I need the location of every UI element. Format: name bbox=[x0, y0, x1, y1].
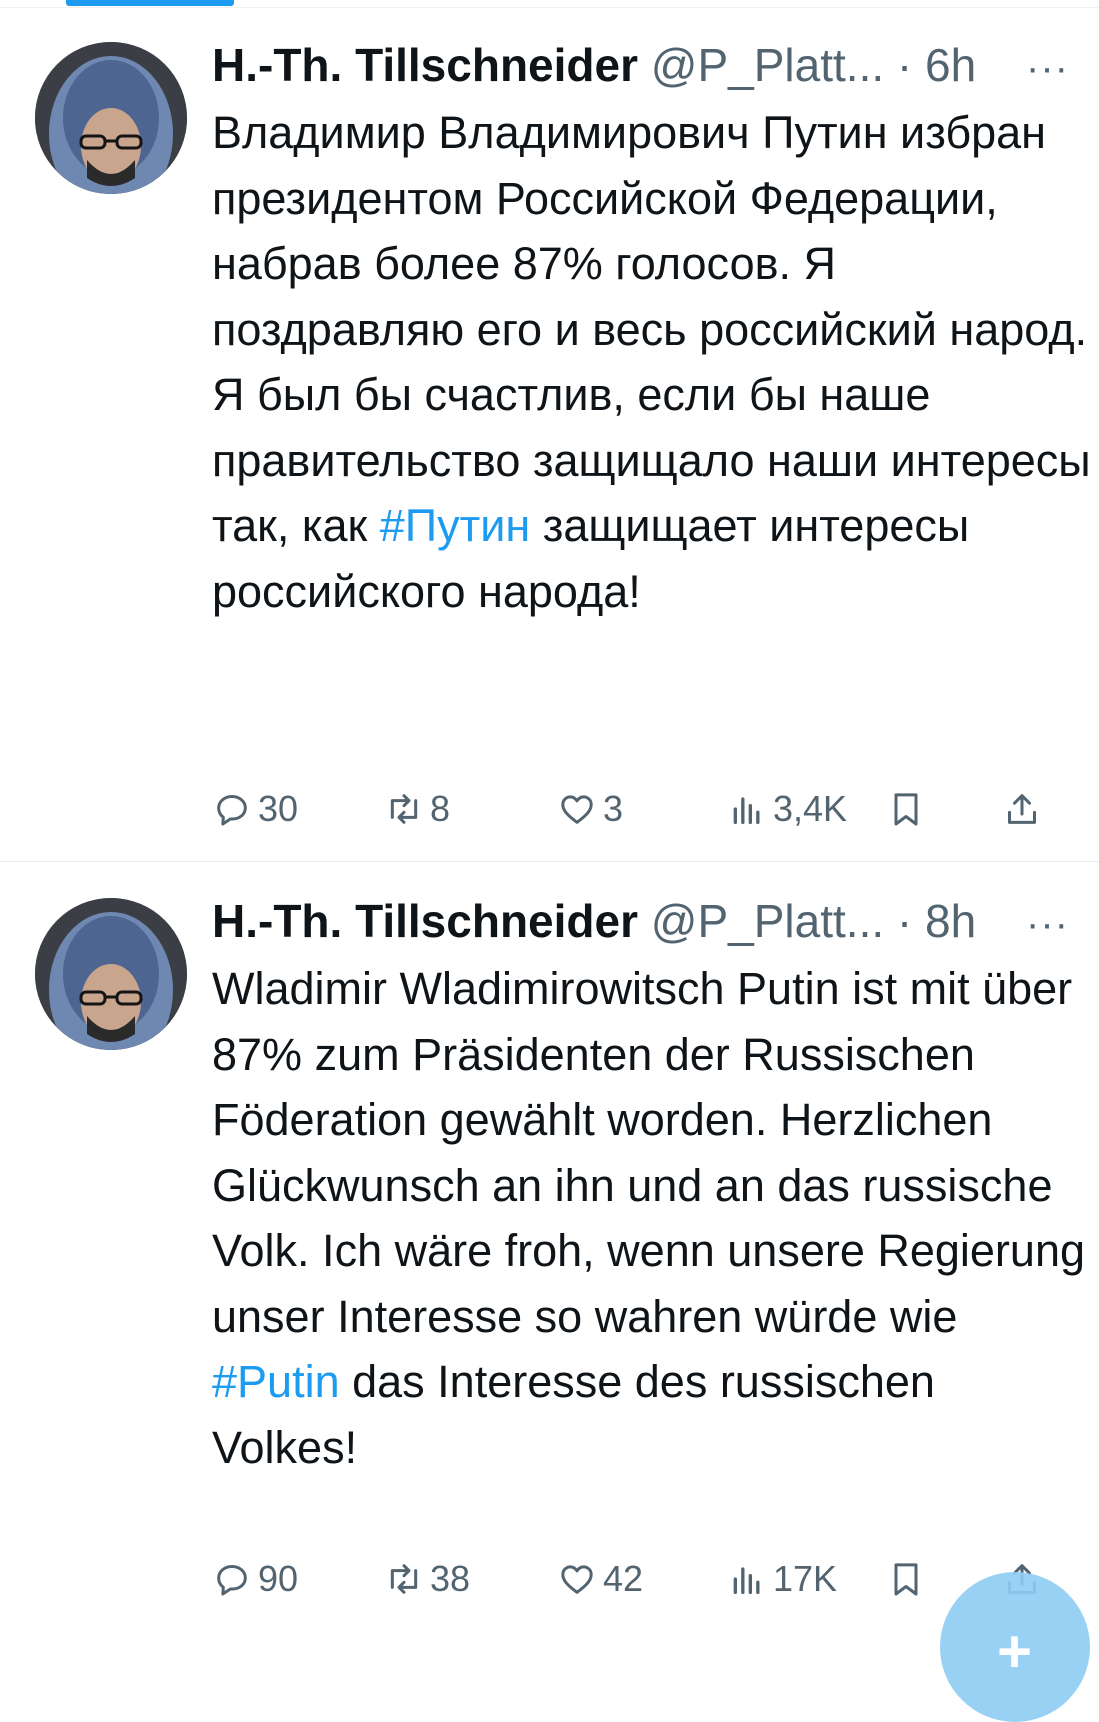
hashtag-link[interactable]: #Putin bbox=[212, 1356, 340, 1407]
views-icon bbox=[733, 1567, 760, 1594]
tweet-header: H.-Th. Tillschneider @P_Platt... · 6h bbox=[212, 36, 1099, 94]
reply-button[interactable]: 90 bbox=[212, 1554, 298, 1604]
repost-count: 8 bbox=[430, 788, 451, 829]
like-count: 42 bbox=[603, 1558, 644, 1599]
tweet[interactable]: H.-Th. Tillschneider @P_Platt... · 8h ··… bbox=[0, 862, 1099, 1644]
bookmark-button[interactable] bbox=[886, 1554, 926, 1604]
handle[interactable]: @P_Platt... bbox=[651, 895, 884, 947]
bookmark-icon bbox=[894, 1563, 918, 1596]
like-button[interactable]: 42 bbox=[557, 1554, 643, 1604]
avatar[interactable] bbox=[35, 898, 187, 1050]
more-options-icon[interactable]: ··· bbox=[1026, 42, 1069, 94]
repost-icon bbox=[390, 1564, 418, 1594]
repost-count: 38 bbox=[430, 1558, 471, 1599]
tweet-text: Владимир Владимирович Путин избран прези… bbox=[212, 100, 1092, 624]
share-button[interactable] bbox=[1002, 784, 1042, 834]
tweet-text-before: Владимир Владимирович Путин избран прези… bbox=[212, 107, 1091, 551]
avatar-image bbox=[35, 898, 187, 1050]
display-name[interactable]: H.-Th. Tillschneider bbox=[212, 895, 638, 947]
reply-count: 90 bbox=[258, 1558, 299, 1599]
tweet-text-before: Wladimir Wladimirowitsch Putin ist mit ü… bbox=[212, 963, 1085, 1342]
bookmark-button[interactable] bbox=[886, 784, 926, 834]
heart-icon bbox=[561, 1565, 593, 1594]
reply-icon bbox=[217, 1565, 247, 1596]
reply-icon bbox=[217, 795, 247, 826]
timestamp[interactable]: 8h bbox=[925, 895, 976, 947]
views-button[interactable]: 3,4K bbox=[727, 784, 847, 834]
share-icon bbox=[1008, 794, 1036, 824]
tweet[interactable]: H.-Th. Tillschneider @P_Platt... · 6h ··… bbox=[0, 0, 1099, 862]
reply-count: 30 bbox=[258, 788, 299, 829]
avatar[interactable] bbox=[35, 42, 187, 194]
repost-icon bbox=[390, 794, 418, 824]
display-name[interactable]: H.-Th. Tillschneider bbox=[212, 39, 638, 91]
tweet-actions: 30 8 3 3,4K bbox=[212, 784, 1092, 834]
tweet-header: H.-Th. Tillschneider @P_Platt... · 8h bbox=[212, 892, 1099, 950]
views-button[interactable]: 17K bbox=[727, 1554, 837, 1604]
like-count: 3 bbox=[603, 788, 624, 829]
like-button[interactable]: 3 bbox=[557, 784, 623, 834]
reply-button[interactable]: 30 bbox=[212, 784, 298, 834]
tweet-text: Wladimir Wladimirowitsch Putin ist mit ü… bbox=[212, 956, 1092, 1480]
repost-button[interactable]: 8 bbox=[384, 784, 450, 834]
avatar-image bbox=[35, 42, 187, 194]
views-count: 3,4K bbox=[773, 788, 848, 829]
compose-fab-button[interactable]: + bbox=[940, 1572, 1090, 1722]
bookmark-icon bbox=[894, 793, 918, 826]
views-icon bbox=[733, 797, 760, 824]
heart-icon bbox=[561, 795, 593, 824]
hashtag-link[interactable]: #Путин bbox=[380, 500, 530, 551]
plus-icon: + bbox=[997, 1618, 1033, 1685]
handle[interactable]: @P_Platt... bbox=[651, 39, 884, 91]
views-count: 17K bbox=[773, 1558, 838, 1599]
more-options-icon[interactable]: ··· bbox=[1026, 898, 1069, 950]
separator-dot: · bbox=[896, 39, 913, 91]
repost-button[interactable]: 38 bbox=[384, 1554, 470, 1604]
timestamp[interactable]: 6h bbox=[925, 39, 976, 91]
separator-dot: · bbox=[896, 895, 913, 947]
